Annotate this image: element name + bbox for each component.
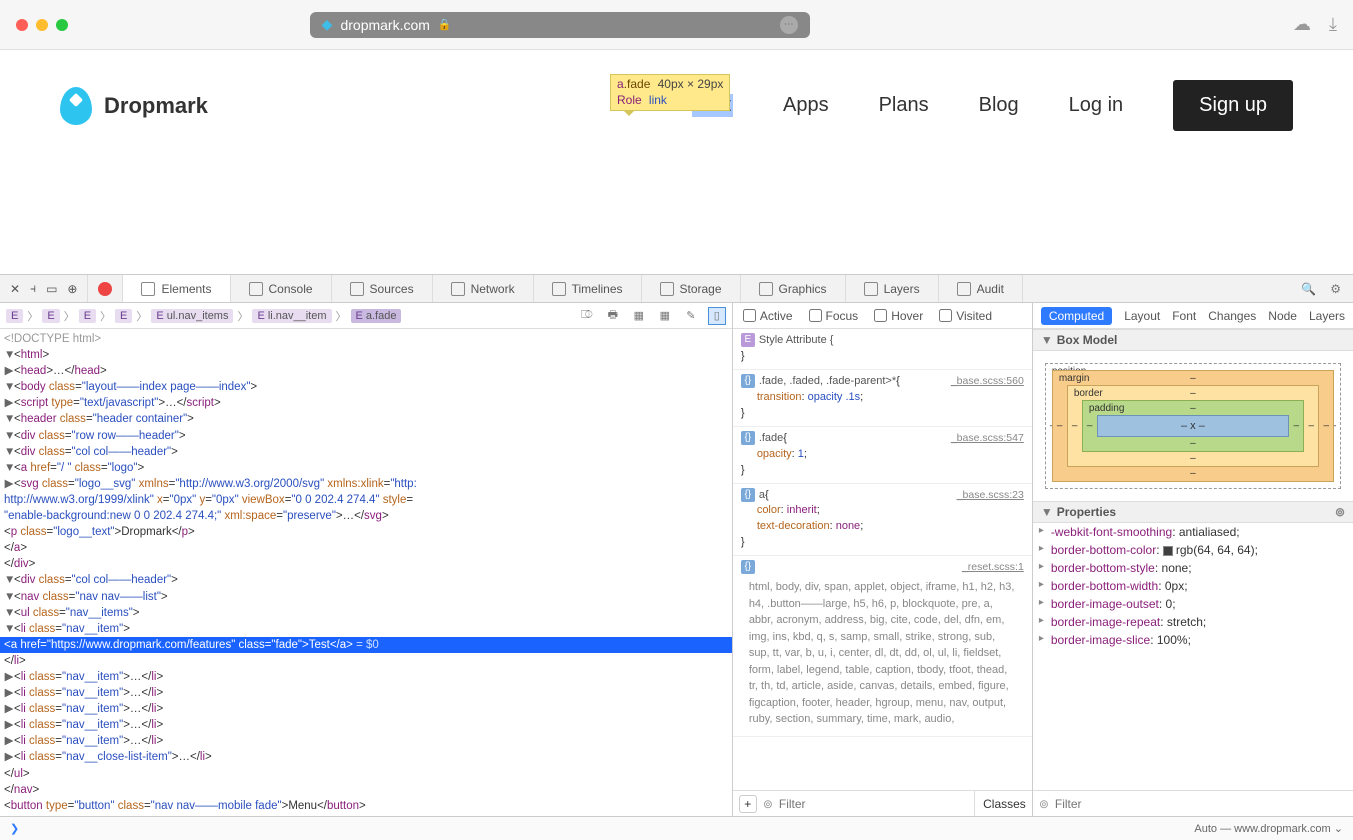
tab-timelines[interactable]: Timelines — [534, 275, 642, 302]
console-quick-bar[interactable]: ❯ Auto — www.dropmark.com ⌄ — [0, 816, 1353, 840]
styles-filter-input[interactable] — [779, 797, 968, 811]
site-name: Dropmark — [104, 93, 208, 119]
subtab-layout[interactable]: Layout — [1124, 309, 1160, 323]
site-icon: ◆ — [322, 16, 333, 33]
signup-button[interactable]: Sign up — [1173, 80, 1293, 131]
grid-icon[interactable]: ▦ — [656, 307, 674, 325]
print-icon[interactable]: 🖶 — [604, 307, 622, 325]
safari-url-bar[interactable]: ◆ dropmark.com 🔒 ⋯ — [310, 12, 810, 38]
search-icon[interactable]: 🔍 — [1301, 282, 1316, 296]
square-icon[interactable]: ▦ — [630, 307, 648, 325]
classes-button[interactable]: Classes — [974, 791, 1026, 816]
tab-sources[interactable]: Sources — [332, 275, 433, 302]
dropmark-logo-icon — [60, 87, 92, 125]
nav-login[interactable]: Log in — [1069, 94, 1124, 117]
crumb[interactable]: E — [79, 309, 96, 323]
element-inspect-tooltip: a.fade 40px × 29px Role link — [610, 74, 730, 111]
console-context[interactable]: Auto — www.dropmark.com ⌄ — [1194, 822, 1343, 835]
box-model-icon[interactable]: ▯ — [708, 307, 726, 325]
safari-toolbar-right: ☁ ⤓ — [1293, 14, 1337, 35]
settings-icon[interactable]: ⚙ — [1330, 282, 1341, 296]
styles-panel: Active Focus Hover Visited EStyle Attrib… — [733, 303, 1033, 816]
dock-side-icon[interactable]: ⫞ — [30, 281, 36, 296]
styles-footer: + ⊚ Classes — [733, 790, 1032, 816]
webpage-viewport: a.fade 40px × 29px Role link Dropmark Te… — [0, 50, 1353, 274]
edit-icon[interactable]: ✎ — [682, 307, 700, 325]
pseudo-focus[interactable]: Focus — [809, 309, 859, 323]
url-domain: dropmark.com — [340, 17, 429, 33]
styles-rules[interactable]: EStyle Attribute { } {}.fade, .faded, .f… — [733, 329, 1032, 790]
reader-button[interactable]: ⋯ — [780, 16, 798, 34]
safari-titlebar: ◆ dropmark.com 🔒 ⋯ ☁ ⤓ — [0, 0, 1353, 50]
tab-console[interactable]: Console — [231, 275, 332, 302]
elements-panel: E〉 E〉 E〉 E〉 E ul.nav_items〉 E li.nav__it… — [0, 303, 733, 816]
tab-elements[interactable]: Elements — [123, 275, 230, 302]
dock-bottom-icon[interactable]: ▭ — [46, 282, 57, 296]
force-state-icon[interactable]: ⎄ — [578, 307, 596, 325]
crumb[interactable]: E li.nav__item — [252, 309, 331, 323]
subtab-font[interactable]: Font — [1172, 309, 1196, 323]
crumb[interactable]: E — [6, 309, 23, 323]
site-logo[interactable]: Dropmark — [60, 87, 208, 125]
tab-storage[interactable]: Storage — [642, 275, 741, 302]
filter-icon: ⊚ — [1039, 797, 1049, 811]
pseudo-visited[interactable]: Visited — [939, 309, 992, 323]
downloads-icon[interactable]: ⤓ — [1329, 14, 1337, 35]
computed-footer: ⊚ — [1033, 790, 1353, 816]
computed-panel: Computed Layout Font Changes Node Layers… — [1033, 303, 1353, 816]
devtools-tabbar: ✕ ⫞ ▭ ⊕ Elements Console Sources Network… — [0, 275, 1353, 303]
pseudo-active[interactable]: Active — [743, 309, 793, 323]
box-model-heading[interactable]: ▼Box Model — [1033, 329, 1353, 351]
new-rule-button[interactable]: + — [739, 795, 757, 813]
properties-filter-icon[interactable]: ⊚ — [1335, 505, 1345, 519]
subtab-node[interactable]: Node — [1268, 309, 1297, 323]
tab-graphics[interactable]: Graphics — [741, 275, 846, 302]
crumb[interactable]: E ul.nav_items — [151, 309, 233, 323]
dom-tree[interactable]: <!DOCTYPE html> ▼<html> ▶<head>…</head> … — [0, 329, 732, 816]
nav-plans[interactable]: Plans — [879, 94, 929, 117]
close-window-button[interactable] — [16, 19, 28, 31]
maximize-window-button[interactable] — [56, 19, 68, 31]
box-model-diagram: position –––– margin –––– border –––– pa… — [1033, 351, 1353, 501]
properties-list[interactable]: -webkit-font-smoothing: antialiased; bor… — [1033, 523, 1353, 790]
nav-apps[interactable]: Apps — [783, 94, 829, 117]
window-traffic-lights — [16, 19, 68, 31]
pseudo-hover[interactable]: Hover — [874, 309, 923, 323]
crumb[interactable]: E — [42, 309, 59, 323]
filter-icon: ⊚ — [763, 797, 773, 811]
main-nav: Test Apps Plans Blog Log in Sign up — [692, 80, 1293, 131]
error-indicator[interactable] — [98, 282, 112, 296]
dom-toolbar: ⎄ 🖶 ▦ ▦ ✎ ▯ — [578, 307, 726, 325]
subtab-layers[interactable]: Layers — [1309, 309, 1345, 323]
computed-subtabs: Computed Layout Font Changes Node Layers — [1033, 303, 1353, 329]
nav-blog[interactable]: Blog — [979, 94, 1019, 117]
subtab-changes[interactable]: Changes — [1208, 309, 1256, 323]
tab-audit[interactable]: Audit — [939, 275, 1023, 302]
crumb-selected[interactable]: E a.fade — [351, 309, 402, 323]
tab-network[interactable]: Network — [433, 275, 534, 302]
computed-filter-input[interactable] — [1055, 797, 1347, 811]
web-inspector: ✕ ⫞ ▭ ⊕ Elements Console Sources Network… — [0, 274, 1353, 840]
subtab-computed[interactable]: Computed — [1041, 307, 1112, 325]
console-prompt-icon: ❯ — [10, 822, 19, 835]
tab-layers[interactable]: Layers — [846, 275, 939, 302]
cloud-icon[interactable]: ☁ — [1293, 14, 1311, 35]
select-element-icon[interactable]: ⊕ — [67, 282, 77, 296]
crumb[interactable]: E — [115, 309, 132, 323]
dom-selected-node[interactable]: <a href="https://www.dropmark.com/featur… — [0, 637, 732, 653]
minimize-window-button[interactable] — [36, 19, 48, 31]
dom-breadcrumb: E〉 E〉 E〉 E〉 E ul.nav_items〉 E li.nav__it… — [0, 303, 732, 329]
lock-icon: 🔒 — [438, 18, 452, 31]
close-devtools-icon[interactable]: ✕ — [10, 282, 20, 296]
properties-heading[interactable]: ▼Properties⊚ — [1033, 501, 1353, 523]
